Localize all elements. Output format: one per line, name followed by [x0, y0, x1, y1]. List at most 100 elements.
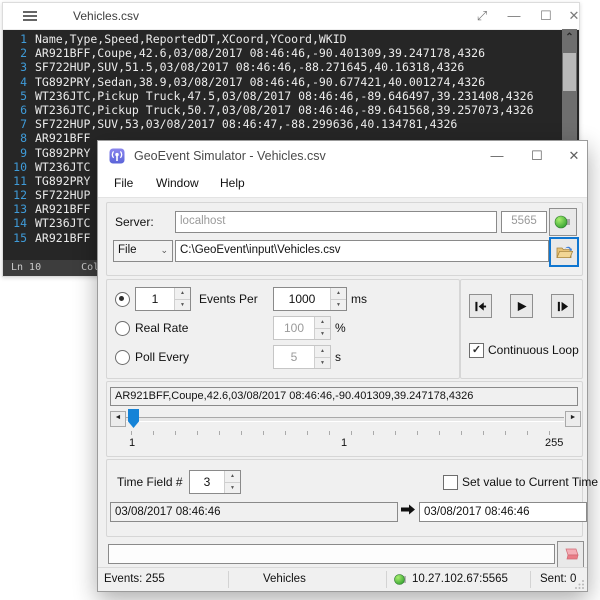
line-text: WT236JTC	[35, 160, 90, 174]
arrow-right-icon	[400, 503, 416, 516]
playback-group: ✓ Continuous Loop	[460, 279, 583, 379]
server-address: 10.27.102.67:5565	[412, 573, 508, 585]
resize-grip-icon[interactable]	[575, 579, 585, 589]
real-rate-unit-label: %	[335, 321, 346, 335]
line-number: 15	[3, 231, 35, 245]
poll-every-radio[interactable]	[115, 350, 130, 365]
slider-mid-label: 1	[341, 437, 347, 449]
event-group: AR921BFF,Coupe,42.6,03/08/2017 08:46:46,…	[106, 381, 583, 457]
slider-thumb[interactable]	[128, 409, 139, 428]
menu-window[interactable]: Window	[156, 176, 199, 190]
line-text: WT236JTC,Pickup Truck,47.5,03/08/2017 08…	[35, 89, 534, 103]
spinner-down-icon[interactable]: ▼	[225, 483, 240, 494]
time-to-input[interactable]: 03/08/2017 08:46:46	[419, 502, 587, 522]
close-icon[interactable]: ✕	[560, 147, 588, 165]
real-rate-radio[interactable]	[115, 321, 130, 336]
time-from-input[interactable]: 03/08/2017 08:46:46	[110, 502, 398, 522]
simulator-titlebar[interactable]: GeoEvent Simulator - Vehicles.csv — ☐ ✕	[98, 141, 587, 171]
minimize-icon[interactable]: —	[501, 7, 527, 25]
scrollbar-up-icon[interactable]: ⌃	[562, 31, 577, 45]
set-current-time-checkbox[interactable]	[443, 475, 458, 490]
skip-start-icon	[474, 300, 487, 313]
hamburger-menu-icon[interactable]	[23, 9, 37, 21]
connect-button[interactable]	[549, 208, 577, 236]
set-current-time-label: Set value to Current Time	[462, 475, 598, 489]
line-number: 7	[3, 117, 35, 131]
spinner-up-icon[interactable]: ▲	[225, 471, 240, 483]
slider-track[interactable]	[126, 417, 564, 422]
events-per-label: Events Per	[199, 292, 258, 306]
line-number: 9	[3, 146, 35, 160]
clear-button[interactable]	[557, 541, 584, 568]
slider-left-arrow-icon[interactable]: ◄	[110, 411, 126, 427]
maximize-icon[interactable]: ☐	[533, 7, 559, 25]
source-type-select[interactable]: File ⌄	[113, 240, 173, 262]
real-rate-label: Real Rate	[135, 321, 188, 335]
menubar: File Window Help	[98, 171, 587, 198]
editor-title: Vehicles.csv	[73, 9, 139, 23]
editor-line: 6WT236JTC,Pickup Truck,50.7,03/08/2017 0…	[3, 103, 579, 117]
slider-right-arrow-icon[interactable]: ►	[565, 411, 581, 427]
menu-help[interactable]: Help	[220, 176, 245, 190]
server-host-input[interactable]: localhost	[175, 211, 497, 233]
desktop: Vehicles.csv ⤢ — ☐ ✕ 1Name,Type,Speed,Re…	[0, 0, 600, 600]
slider-max-label: 255	[545, 437, 563, 449]
line-number: 11	[3, 174, 35, 188]
editor-line: 7SF722HUP,SUV,53,03/08/2017 08:46:47,-88…	[3, 117, 579, 131]
line-text: AR921BFF	[35, 131, 90, 145]
time-group: Time Field # 3 ▲▼ Set value to Current T…	[106, 459, 583, 537]
chevron-down-icon: ⌄	[160, 241, 168, 259]
minimize-icon[interactable]: —	[483, 147, 511, 165]
line-number: 4	[3, 75, 35, 89]
spinner-down-icon[interactable]: ▼	[331, 300, 346, 311]
interval-spinner[interactable]: 1000 ▲▼	[273, 287, 347, 311]
play-button[interactable]	[510, 294, 533, 318]
connect-icon	[554, 214, 572, 230]
connection-status-icon	[394, 573, 408, 586]
line-number: 3	[3, 60, 35, 74]
step-forward-icon	[556, 300, 569, 313]
interval-unit-label: ms	[351, 292, 367, 306]
spinner-up-icon[interactable]: ▲	[175, 288, 190, 300]
line-text: WT236JTC	[35, 216, 90, 230]
continuous-loop-label: Continuous Loop	[488, 343, 579, 357]
step-button[interactable]	[551, 294, 574, 318]
server-port-input[interactable]: 5565	[501, 211, 547, 233]
events-per-radio[interactable]	[115, 292, 130, 307]
line-text: TG892PRY,Sedan,38.9,03/08/2017 08:46:46,…	[35, 75, 485, 89]
spinner-down-icon[interactable]: ▼	[175, 300, 190, 311]
server-label: Server:	[115, 215, 154, 229]
geoevent-logo-icon	[109, 148, 125, 164]
scrollbar-thumb[interactable]	[563, 53, 576, 91]
line-number: 12	[3, 188, 35, 202]
simulator-window: GeoEvent Simulator - Vehicles.csv — ☐ ✕ …	[97, 140, 588, 592]
expand-icon[interactable]: ⤢	[469, 7, 495, 25]
editor-line: 5WT236JTC,Pickup Truck,47.5,03/08/2017 0…	[3, 89, 579, 103]
simulator-title: GeoEvent Simulator - Vehicles.csv	[134, 149, 326, 163]
spinner-down-icon: ▼	[315, 329, 330, 340]
line-text: Name,Type,Speed,ReportedDT,XCoord,YCoord…	[35, 32, 347, 46]
menu-file[interactable]: File	[114, 176, 133, 190]
line-number: 8	[3, 131, 35, 145]
spinner-up-icon[interactable]: ▲	[331, 288, 346, 300]
events-count-spinner[interactable]: 1 ▲▼	[135, 287, 191, 311]
time-field-spinner[interactable]: 3 ▲▼	[189, 470, 241, 494]
sent-count: Sent: 0	[540, 573, 576, 585]
poll-unit-label: s	[335, 350, 341, 364]
editor-line: 1Name,Type,Speed,ReportedDT,XCoord,YCoor…	[3, 32, 579, 46]
real-rate-spinner: 100 ▲▼	[273, 316, 331, 340]
line-text: AR921BFF	[35, 202, 90, 216]
browse-button[interactable]	[549, 237, 579, 267]
maximize-icon[interactable]: ☐	[523, 147, 551, 165]
line-text: AR921BFF	[35, 231, 90, 245]
poll-every-label: Poll Every	[135, 350, 189, 364]
server-group: Server: localhost 5565 File ⌄ C:\GeoEven…	[106, 202, 583, 276]
spinner-up-icon: ▲	[315, 346, 330, 358]
editor-line: 3SF722HUP,SUV,51.5,03/08/2017 08:46:46,-…	[3, 60, 579, 74]
editor-titlebar[interactable]: Vehicles.csv ⤢ — ☐ ✕	[3, 3, 579, 30]
skip-start-button[interactable]	[469, 294, 492, 318]
close-icon[interactable]: ✕	[561, 7, 587, 25]
file-path-input[interactable]: C:\GeoEvent\input\Vehicles.csv	[175, 240, 549, 262]
slider-min-label: 1	[129, 437, 135, 449]
continuous-loop-checkbox[interactable]: ✓	[469, 343, 484, 358]
